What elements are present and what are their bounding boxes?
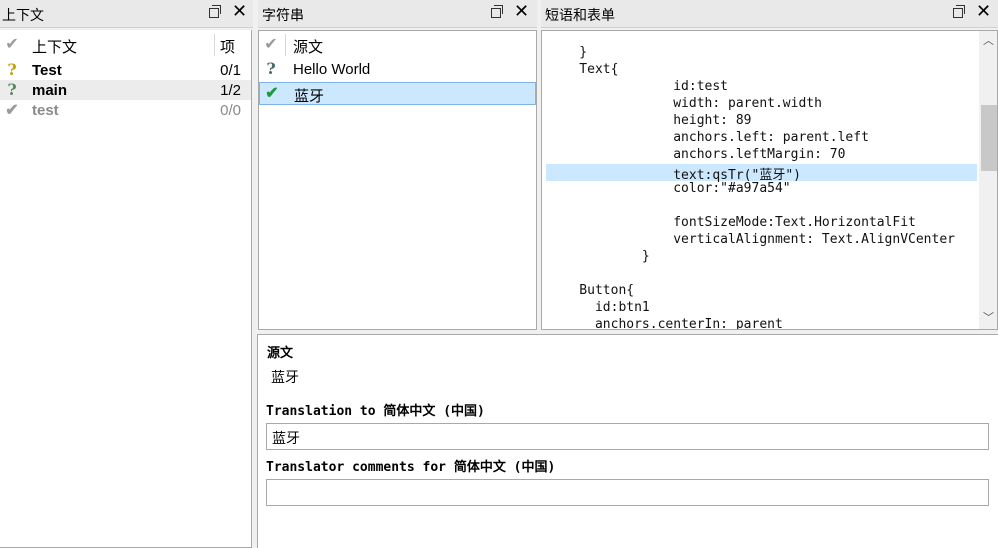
code-line: Text{ <box>548 62 619 77</box>
context-dock: 上下文 ✕ ✔ 上下文 项 ? Test 0/1? main 1/2 ✔ test 0/0 <box>0 0 253 548</box>
context-row-count: 1/2 <box>220 82 241 99</box>
translation-editor: 源文 蓝牙 Translation to 简体中文 (中国) 蓝牙 Transl… <box>257 334 998 548</box>
vertical-scrollbar[interactable]: ︿ ﹀ <box>979 31 997 329</box>
close-icon[interactable]: ✕ <box>976 3 991 21</box>
strings-list-header[interactable]: ✔ 源文 <box>259 34 536 56</box>
context-row-name: test <box>32 102 59 119</box>
phrases-dock-title: 短语和表单 <box>545 8 615 24</box>
check-icon: ✔ <box>265 83 279 102</box>
string-row-text: 蓝牙 <box>294 88 325 105</box>
column-header-items[interactable]: 项 <box>220 36 235 57</box>
context-row-name: Test <box>32 62 62 79</box>
column-header-source[interactable]: 源文 <box>293 36 323 57</box>
scroll-down-icon[interactable]: ﹀ <box>983 312 994 323</box>
phrases-dock-titlebar[interactable]: 短语和表单 ✕ <box>541 0 998 28</box>
context-dock-titlebar[interactable]: 上下文 ✕ <box>0 0 253 28</box>
strings-list[interactable]: ✔ 源文 ? Hello World ✔ 蓝牙 <box>258 30 537 330</box>
comments-label: Translator comments for 简体中文 (中国) <box>266 460 556 475</box>
context-row[interactable]: ✔ test 0/0 <box>0 100 251 120</box>
translation-input[interactable]: 蓝牙 <box>266 423 989 450</box>
string-row-text: Hello World <box>293 61 371 78</box>
context-dock-title: 上下文 <box>2 8 44 24</box>
code-view[interactable]: } Text{ id:test width: parent.width heig… <box>541 30 998 330</box>
phrases-dock: 短语和表单 ✕ } Text{ id:test width: parent.wi… <box>541 0 998 330</box>
header-separator <box>285 34 286 56</box>
code-line: Button{ <box>548 283 635 298</box>
context-row[interactable]: ? Test 0/1 <box>0 60 251 80</box>
check-icon: ✔ <box>264 34 278 53</box>
translation-label: Translation to 简体中文 (中国) <box>266 404 485 419</box>
code-line: verticalAlignment: Text.AlignVCenter <box>548 232 955 247</box>
scroll-up-icon[interactable]: ︿ <box>983 35 994 46</box>
code-line: height: 89 <box>548 113 752 128</box>
source-label: 源文 <box>267 346 294 361</box>
scrollbar-thumb[interactable] <box>981 105 997 171</box>
context-row-count: 0/1 <box>220 62 241 79</box>
question-icon: ? <box>266 59 276 78</box>
strings-dock: 字符串 ✕ ✔ 源文 ? Hello World ✔ 蓝牙 <box>258 0 537 330</box>
context-row-name: main <box>32 82 68 99</box>
translation-input-value: 蓝牙 <box>272 431 300 447</box>
code-line: width: parent.width <box>548 96 822 111</box>
string-row[interactable]: ✔ 蓝牙 <box>259 82 536 105</box>
code-line: fontSizeMode:Text.HorizontalFit <box>548 215 916 230</box>
float-icon[interactable] <box>491 5 503 18</box>
float-icon[interactable] <box>209 5 221 18</box>
code-line: id:test <box>548 79 729 94</box>
code-line: anchors.centerIn: parent <box>548 317 783 330</box>
close-icon[interactable]: ✕ <box>514 3 529 21</box>
close-icon[interactable]: ✕ <box>232 3 247 21</box>
code-line: id:btn1 <box>548 300 650 315</box>
code-line: anchors.leftMargin: 70 <box>548 147 846 162</box>
float-icon[interactable] <box>953 5 965 18</box>
question-icon: ? <box>7 60 17 79</box>
string-row[interactable]: ? Hello World <box>259 59 536 80</box>
code-line: } <box>548 249 650 264</box>
code-line: anchors.left: parent.left <box>548 130 869 145</box>
header-separator <box>214 34 215 56</box>
check-icon: ✔ <box>5 34 19 53</box>
context-row[interactable]: ? main 1/2 <box>0 80 251 100</box>
strings-dock-titlebar[interactable]: 字符串 ✕ <box>258 0 537 28</box>
context-row-count: 0/0 <box>220 102 241 119</box>
code-line: } <box>548 45 588 60</box>
source-text: 蓝牙 <box>271 370 299 386</box>
column-header-context[interactable]: 上下文 <box>32 36 77 57</box>
context-list-header[interactable]: ✔ 上下文 项 <box>0 34 251 56</box>
check-icon: ✔ <box>5 100 19 119</box>
question-icon: ? <box>7 80 17 99</box>
code-line: color:"#a97a54" <box>548 181 791 196</box>
context-list[interactable]: ✔ 上下文 项 ? Test 0/1? main 1/2 ✔ test 0/0 <box>0 30 252 548</box>
comments-input[interactable] <box>266 479 989 506</box>
strings-dock-title: 字符串 <box>262 8 304 24</box>
code-line: text:qsTr("蓝牙") <box>546 164 977 183</box>
